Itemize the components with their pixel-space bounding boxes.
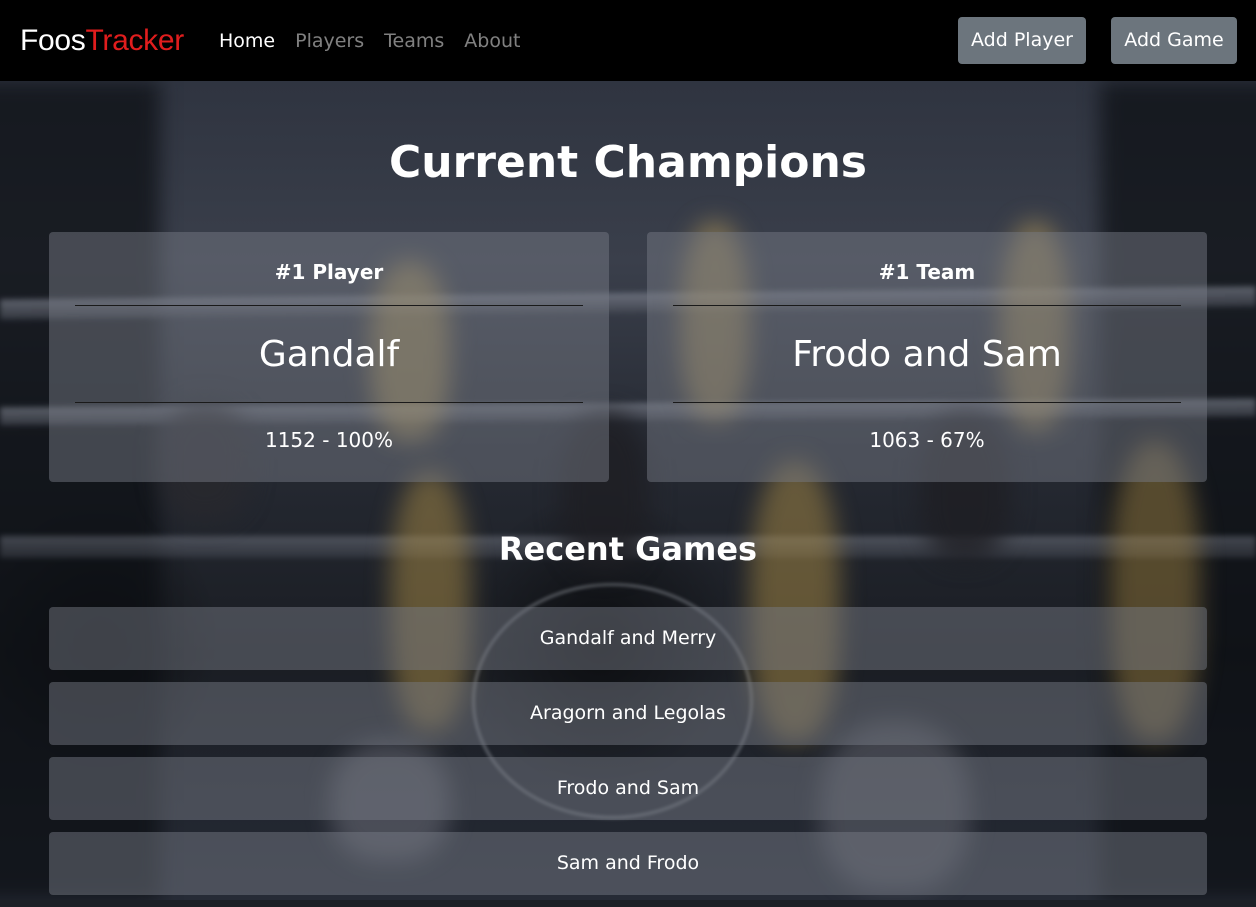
nav-link-teams[interactable]: Teams	[384, 29, 444, 53]
card-divider	[673, 402, 1181, 403]
top-team-card: #1 Team Frodo and Sam 1063 - 67%	[647, 232, 1207, 482]
top-team-label: #1 Team	[878, 260, 976, 284]
top-player-stats: 1152 - 100%	[264, 428, 393, 452]
brand-text-tracker: Tracker	[85, 24, 185, 57]
top-player-card: #1 Player Gandalf 1152 - 100%	[49, 232, 609, 482]
nav-link-about[interactable]: About	[464, 29, 520, 53]
card-divider	[673, 305, 1181, 306]
add-game-button[interactable]: Add Game	[1111, 17, 1237, 64]
nav-links: Home Players Teams About	[219, 29, 540, 53]
recent-game-item[interactable]: Frodo and Sam	[49, 757, 1207, 820]
recent-games-heading: Recent Games	[498, 530, 758, 568]
top-navbar: FoosTracker Home Players Teams About Add…	[0, 0, 1256, 81]
top-team-name: Frodo and Sam	[792, 334, 1062, 375]
card-divider	[75, 402, 583, 403]
top-player-label: #1 Player	[274, 260, 384, 284]
add-player-button[interactable]: Add Player	[958, 17, 1086, 64]
recent-game-item[interactable]: Gandalf and Merry	[49, 607, 1207, 670]
top-team-stats: 1063 - 67%	[869, 428, 985, 452]
champions-heading: Current Champions	[388, 137, 867, 188]
card-divider	[75, 305, 583, 306]
nav-link-players[interactable]: Players	[295, 29, 364, 53]
brand-text-foos: Foos	[20, 24, 86, 57]
brand-logo[interactable]: FoosTracker	[20, 22, 184, 60]
nav-link-home[interactable]: Home	[219, 29, 275, 53]
recent-games-list: Gandalf and Merry Aragorn and Legolas Fr…	[49, 607, 1207, 907]
recent-game-item[interactable]: Sam and Frodo	[49, 832, 1207, 895]
recent-game-item[interactable]: Aragorn and Legolas	[49, 682, 1207, 745]
top-player-name: Gandalf	[258, 334, 400, 375]
